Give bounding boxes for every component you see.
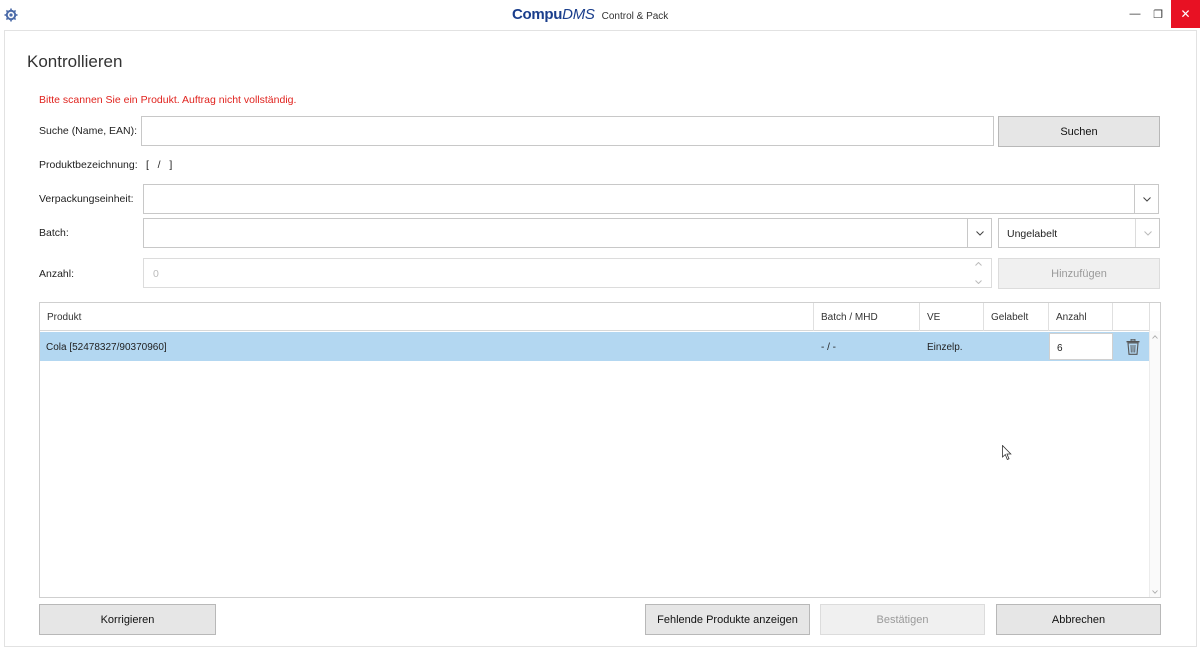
batch-dropdown[interactable] [143,218,992,248]
cell-batch: - / - [821,342,836,353]
packaging-dropdown[interactable] [143,184,1159,214]
brand-name: Compu [512,6,563,23]
cell-product: Cola [52478327/90370960] [46,342,167,353]
column-header-batch[interactable]: Batch / MHD [814,303,920,331]
cell-labeled [991,332,1046,361]
column-header-ve[interactable]: VE [920,303,984,331]
quantity-label: Anzahl: [39,268,75,280]
add-button[interactable]: Hinzufügen [998,258,1160,289]
table-scrollbar[interactable] [1149,331,1160,597]
product-label: Produktbezeichnung: [39,159,138,171]
chevron-down-icon[interactable] [1134,185,1158,213]
batch-label: Batch: [39,227,69,239]
mouse-cursor-icon [1002,445,1012,461]
label-status-value: Ungelabelt [1007,228,1058,240]
chevron-down-icon[interactable] [974,280,982,284]
cancel-button[interactable]: Abbrechen [996,604,1161,635]
chevron-down-icon[interactable] [1135,219,1159,247]
column-header-product[interactable]: Produkt [40,303,814,331]
search-button[interactable]: Suchen [998,116,1160,147]
app-brand: Compu DMS Control & Pack [512,6,668,23]
cell-quantity-input[interactable]: 6 [1049,333,1113,360]
packaging-label: Verpackungseinheit: [39,193,134,205]
close-button[interactable]: ✕ [1171,0,1200,28]
quantity-value: 0 [153,268,159,280]
warning-message: Bitte scannen Sie ein Produkt. Auftrag n… [39,94,297,106]
table-row[interactable]: Cola [52478327/90370960] - / - Einzelp. … [40,332,1150,361]
cell-ve: Einzelp. [927,342,963,353]
column-header-quantity[interactable]: Anzahl [1049,303,1113,331]
search-label: Suche (Name, EAN): [39,125,138,137]
search-input[interactable] [141,116,994,146]
chevron-down-icon[interactable] [967,219,991,247]
column-header-actions [1113,303,1150,331]
table-header: Produkt Batch / MHD VE Gelabelt Anzahl [40,303,1150,331]
column-header-labeled[interactable]: Gelabelt [984,303,1049,331]
app-subtitle: Control & Pack [601,11,669,22]
brand-suffix: DMS [562,6,595,23]
quantity-stepper[interactable]: 0 [143,258,992,288]
chevron-up-icon[interactable] [1152,335,1158,339]
quantity-spinner[interactable] [973,262,983,284]
label-status-dropdown[interactable]: Ungelabelt [998,218,1160,248]
gear-icon[interactable] [4,8,18,22]
chevron-down-icon[interactable] [1152,590,1158,594]
page-title: Kontrollieren [27,52,123,71]
product-table: Produkt Batch / MHD VE Gelabelt Anzahl C… [39,302,1161,598]
product-value: [ / ] [146,159,173,171]
trash-icon[interactable] [1123,337,1143,357]
show-missing-products-button[interactable]: Fehlende Produkte anzeigen [645,604,810,635]
maximize-button[interactable]: ❐ [1145,0,1171,28]
correct-button[interactable]: Korrigieren [39,604,216,635]
title-bar: Compu DMS Control & Pack — ❐ ✕ [0,0,1200,30]
chevron-up-icon[interactable] [974,262,982,266]
confirm-button[interactable]: Bestätigen [820,604,985,635]
